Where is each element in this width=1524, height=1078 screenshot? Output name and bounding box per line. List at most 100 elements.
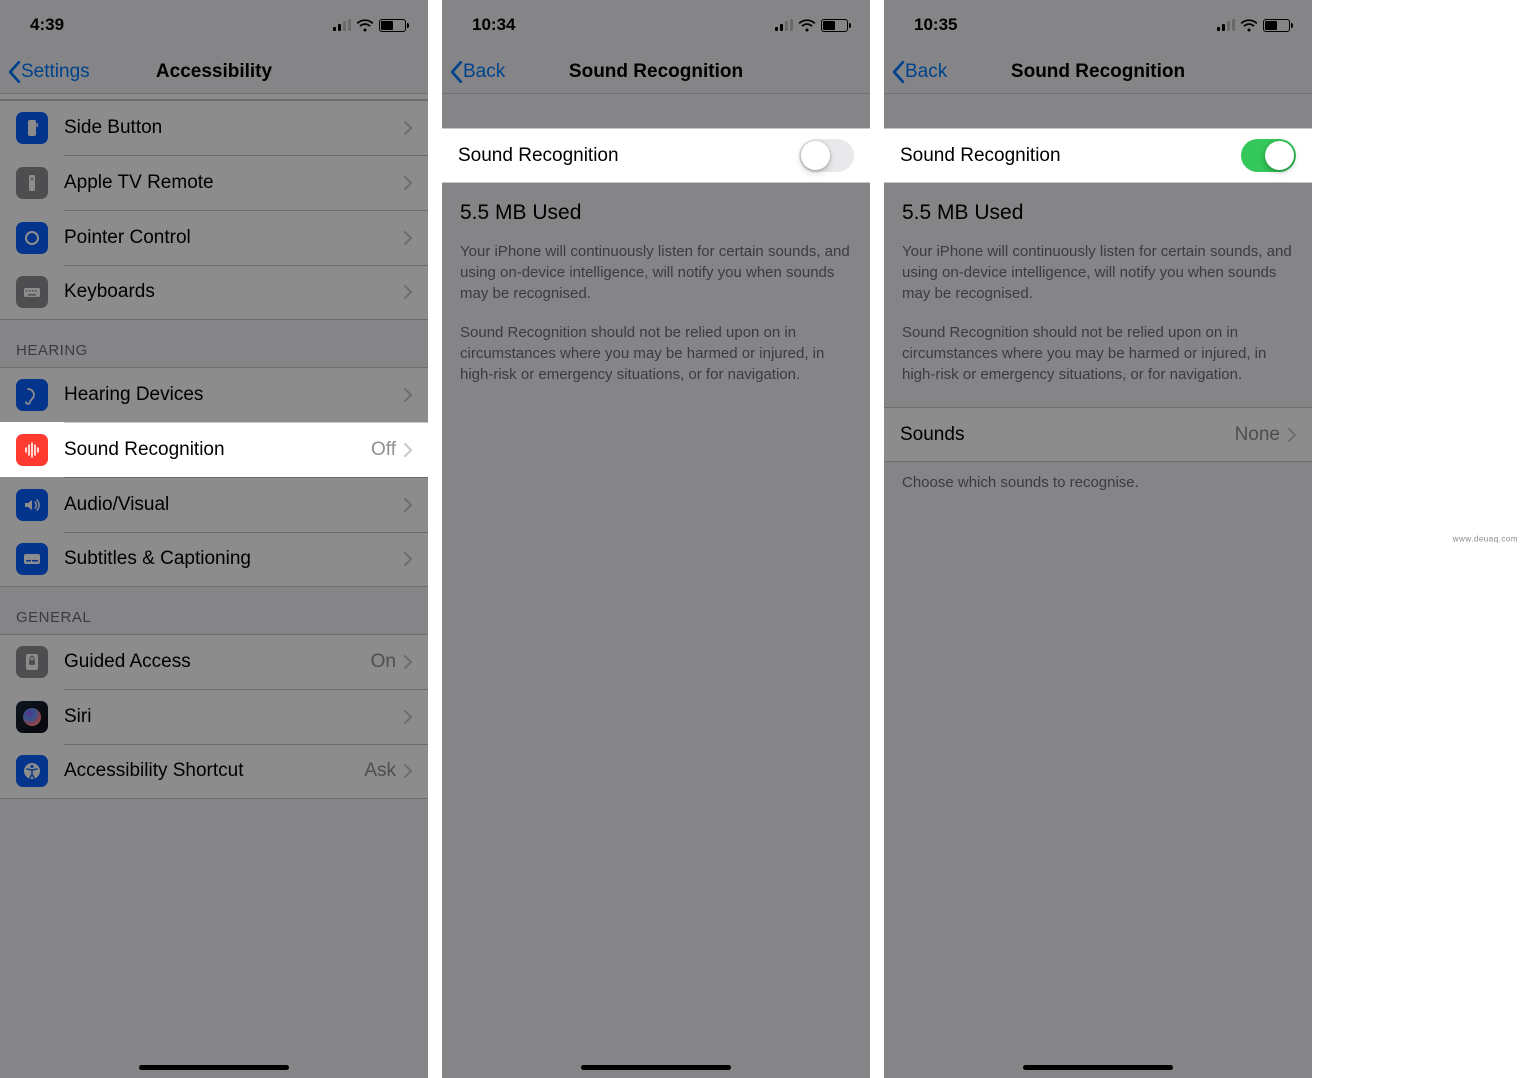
row-label: Guided Access: [64, 651, 371, 673]
description-2: Sound Recognition should not be relied u…: [884, 304, 1312, 407]
nav-bar: Back Sound Recognition: [884, 50, 1312, 94]
row-label: Siri: [64, 706, 404, 728]
storage-used: 5.5 MB Used: [442, 183, 870, 235]
chevron-right-icon: [404, 285, 412, 299]
pointer-control-icon: [16, 222, 48, 254]
sounds-footer: Choose which sounds to recognise.: [884, 462, 1312, 493]
screen-sound-recognition-off: 10:34 Back Sound Recognition Sound Recog…: [442, 0, 870, 1078]
row-side-button[interactable]: Side Button: [0, 100, 428, 155]
row-sounds[interactable]: Sounds None: [884, 407, 1312, 462]
home-indicator[interactable]: [581, 1065, 731, 1070]
subtitles-icon: [16, 543, 48, 575]
status-indicators: [775, 19, 848, 32]
home-indicator[interactable]: [1023, 1065, 1173, 1070]
row-label: Pointer Control: [64, 227, 404, 249]
watermark: www.deuaq.com: [1453, 535, 1518, 544]
row-label: Subtitles & Captioning: [64, 548, 404, 570]
row-label: Hearing Devices: [64, 384, 404, 406]
sound-recognition-toggle[interactable]: [799, 139, 854, 172]
chevron-right-icon: [404, 764, 412, 778]
chevron-right-icon: [404, 388, 412, 402]
status-time: 4:39: [30, 15, 64, 35]
back-button[interactable]: Settings: [8, 50, 90, 93]
hearing-devices-icon: [16, 379, 48, 411]
content: Sound Recognition 5.5 MB Used Your iPhon…: [884, 94, 1312, 1078]
wifi-icon: [1240, 19, 1258, 32]
chevron-right-icon: [1288, 428, 1296, 442]
chevron-right-icon: [404, 710, 412, 724]
battery-icon: [1263, 19, 1290, 32]
row-value: Ask: [364, 760, 396, 782]
row-label: Keyboards: [64, 281, 404, 303]
nav-bar: Back Sound Recognition: [442, 50, 870, 94]
status-bar: 10:35: [884, 0, 1312, 50]
status-indicators: [333, 19, 406, 32]
battery-icon: [379, 19, 406, 32]
guided-access-icon: [16, 646, 48, 678]
status-indicators: [1217, 19, 1290, 32]
battery-icon: [821, 19, 848, 32]
sound-recognition-toggle[interactable]: [1241, 139, 1296, 172]
status-bar: 10:34: [442, 0, 870, 50]
nav-title: Sound Recognition: [569, 61, 743, 83]
chevron-right-icon: [404, 121, 412, 135]
home-indicator[interactable]: [139, 1065, 289, 1070]
row-audio-visual[interactable]: Audio/Visual: [0, 477, 428, 532]
row-keyboards[interactable]: Keyboards: [0, 265, 428, 320]
side-button-icon: [16, 112, 48, 144]
audio-visual-icon: [16, 489, 48, 521]
nav-title: Sound Recognition: [1011, 61, 1185, 83]
row-apple-tv-remote[interactable]: Apple TV Remote: [0, 155, 428, 210]
row-label: Accessibility Shortcut: [64, 760, 364, 782]
chevron-right-icon: [404, 552, 412, 566]
row-guided-access[interactable]: Guided Access On: [0, 634, 428, 689]
description-1: Your iPhone will continuously listen for…: [442, 235, 870, 304]
row-siri[interactable]: Siri: [0, 689, 428, 744]
row-sound-recognition-toggle: Sound Recognition: [884, 128, 1312, 183]
row-subtitles[interactable]: Subtitles & Captioning: [0, 532, 428, 587]
chevron-right-icon: [404, 231, 412, 245]
back-button[interactable]: Back: [892, 50, 947, 93]
chevron-right-icon: [404, 655, 412, 669]
back-button[interactable]: Back: [450, 50, 505, 93]
back-label: Back: [463, 61, 505, 83]
description-1: Your iPhone will continuously listen for…: [884, 235, 1312, 304]
row-pointer-control[interactable]: Pointer Control: [0, 210, 428, 265]
status-bar: 4:39: [0, 0, 428, 50]
storage-used: 5.5 MB Used: [884, 183, 1312, 235]
cellular-icon: [1217, 19, 1235, 31]
toggle-label: Sound Recognition: [458, 145, 799, 167]
section-header-general: GENERAL: [0, 587, 428, 634]
apple-tv-remote-icon: [16, 167, 48, 199]
row-label: Sounds: [900, 424, 1235, 446]
content: Sound Recognition 5.5 MB Used Your iPhon…: [442, 94, 870, 1078]
section-header-hearing: HEARING: [0, 320, 428, 367]
toggle-label: Sound Recognition: [900, 145, 1241, 167]
back-label: Back: [905, 61, 947, 83]
chevron-left-icon: [892, 61, 905, 83]
content: Side Button Apple TV Remote Pointer Cont…: [0, 94, 428, 1078]
screen-sound-recognition-on: 10:35 Back Sound Recognition Sound Recog…: [884, 0, 1312, 1078]
row-label: Apple TV Remote: [64, 172, 404, 194]
row-accessibility-shortcut[interactable]: Accessibility Shortcut Ask: [0, 744, 428, 799]
row-label: Sound Recognition: [64, 439, 371, 461]
description-2: Sound Recognition should not be relied u…: [442, 304, 870, 385]
chevron-right-icon: [404, 176, 412, 190]
screen-accessibility: 4:39 Settings Accessibility Side Button …: [0, 0, 428, 1078]
chevron-left-icon: [8, 61, 21, 83]
status-time: 10:34: [472, 15, 515, 35]
row-sound-recognition-toggle: Sound Recognition: [442, 128, 870, 183]
chevron-right-icon: [404, 498, 412, 512]
wifi-icon: [356, 19, 374, 32]
wifi-icon: [798, 19, 816, 32]
row-value: Off: [371, 439, 396, 461]
accessibility-shortcut-icon: [16, 755, 48, 787]
siri-icon: [16, 701, 48, 733]
row-hearing-devices[interactable]: Hearing Devices: [0, 367, 428, 422]
cellular-icon: [333, 19, 351, 31]
row-sound-recognition[interactable]: Sound Recognition Off: [0, 422, 428, 477]
chevron-left-icon: [450, 61, 463, 83]
row-label: Audio/Visual: [64, 494, 404, 516]
row-value: On: [371, 651, 396, 673]
nav-bar: Settings Accessibility: [0, 50, 428, 94]
